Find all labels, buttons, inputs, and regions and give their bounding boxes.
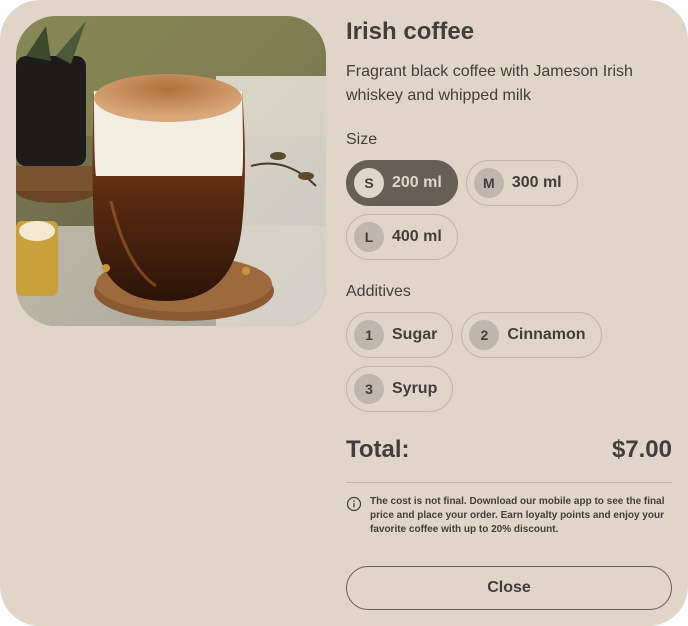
product-modal: Irish coffee Fragrant black coffee with … <box>0 0 688 626</box>
additive-badge: 3 <box>354 374 384 404</box>
total-value: $7.00 <box>611 436 672 463</box>
info-icon <box>346 496 362 512</box>
divider <box>346 482 672 483</box>
additives-label: Additives <box>346 283 411 300</box>
size-tab-m[interactable]: M 300 ml <box>465 160 578 206</box>
size-tabs: S 200 ml M 300 ml L 400 ml <box>346 160 672 260</box>
product-details: Irish coffee Fragrant black coffee with … <box>346 16 672 537</box>
size-tab-s[interactable]: S 200 ml <box>346 160 458 206</box>
product-image <box>16 16 326 326</box>
additive-tab-label: Cinnamon <box>507 326 586 343</box>
additive-badge: 2 <box>469 320 500 350</box>
close-button[interactable]: Close <box>346 566 672 610</box>
additive-tab-cinnamon[interactable]: 2 Cinnamon <box>461 312 602 358</box>
size-badge: M <box>473 168 504 198</box>
additive-badge: 1 <box>354 320 384 350</box>
total-row: Total: $7.00 <box>346 432 672 468</box>
size-label: Size <box>346 131 378 148</box>
size-tab-label: 200 ml <box>392 174 442 191</box>
additive-tab-label: Syrup <box>392 380 438 397</box>
product-title: Irish coffee <box>346 18 475 45</box>
additives-tabs: 1 Sugar 2 Cinnamon 3 Syrup <box>346 312 672 412</box>
size-tab-label: 300 ml <box>511 174 562 191</box>
price-note-text: The cost is not final. Download our mobi… <box>370 496 665 535</box>
size-badge: S <box>354 168 384 198</box>
total-label: Total: <box>346 436 410 463</box>
product-description: Fragrant black coffee with Jameson Irish… <box>346 63 633 104</box>
size-tab-l[interactable]: L 400 ml <box>346 214 458 260</box>
additive-tab-sugar[interactable]: 1 Sugar <box>346 312 454 358</box>
size-badge: L <box>354 222 384 252</box>
additive-tab-syrup[interactable]: 3 Syrup <box>346 366 454 412</box>
price-note: The cost is not final. Download our mobi… <box>346 495 672 537</box>
additive-tab-label: Sugar <box>392 326 438 343</box>
size-tab-label: 400 ml <box>392 228 442 245</box>
